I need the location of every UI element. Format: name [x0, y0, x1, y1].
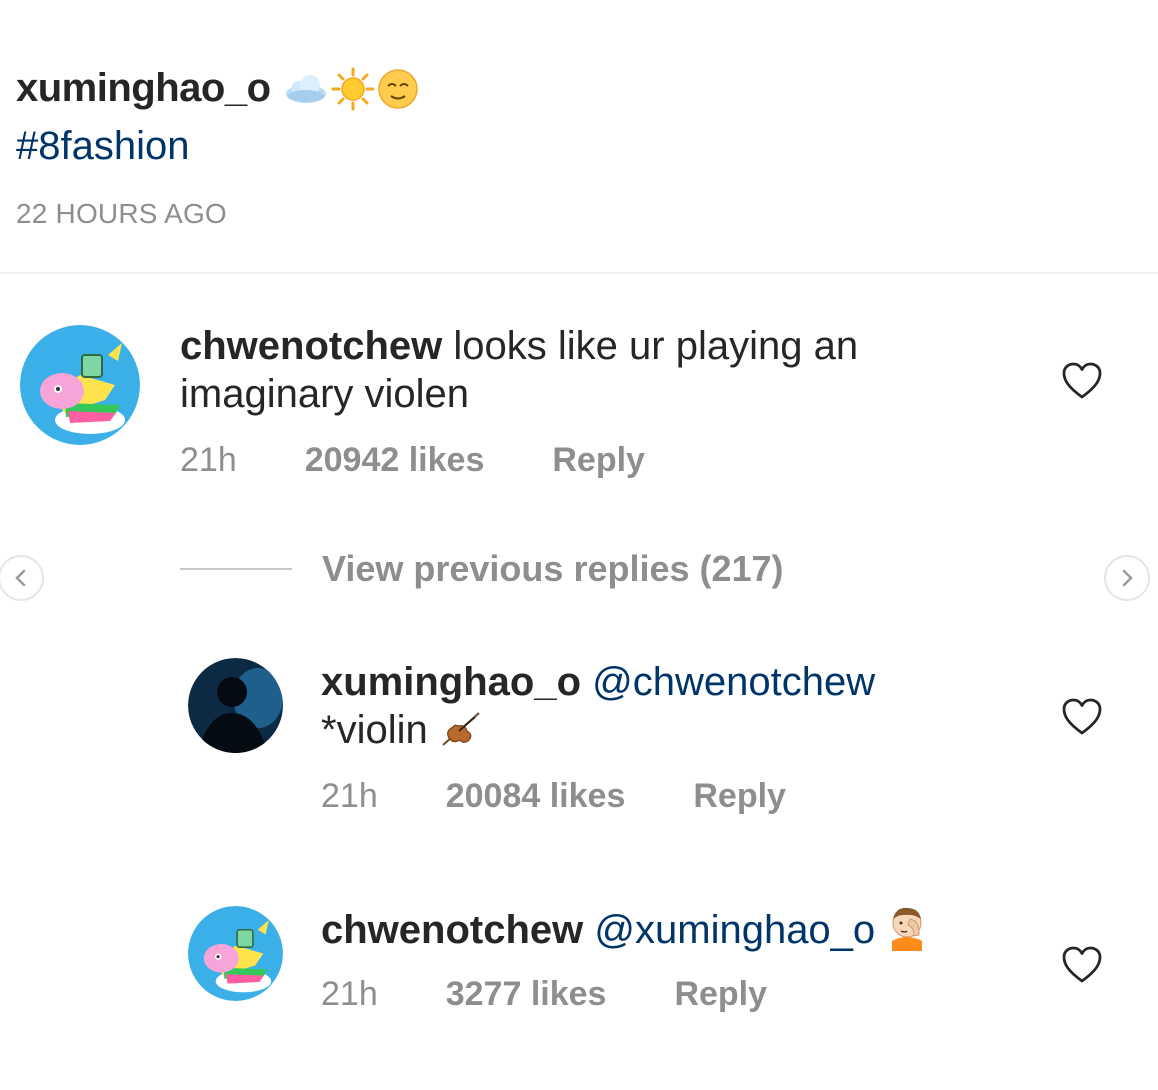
avatar[interactable]: [20, 325, 140, 445]
reply-username[interactable]: xuminghao_o: [321, 660, 581, 704]
next-arrow-button[interactable]: [1104, 555, 1150, 601]
reply-meta: 21h 20084 likes Reply: [321, 777, 786, 816]
comment-username[interactable]: chwenotchew: [180, 324, 442, 368]
reply-button[interactable]: Reply: [552, 441, 645, 480]
caption-hashtag[interactable]: #8fashion: [16, 124, 189, 169]
reply-button[interactable]: Reply: [693, 777, 786, 816]
unicorn-avatar-icon: [188, 906, 283, 1001]
violin-emoji-icon: [442, 712, 480, 746]
unicorn-avatar-icon: [20, 325, 140, 445]
reply-mention[interactable]: @chwenotchew: [592, 660, 875, 704]
caption-timestamp: 22 HOURS AGO: [16, 198, 227, 229]
chevron-right-icon: [1122, 569, 1133, 587]
reply-username[interactable]: chwenotchew: [321, 908, 583, 952]
reply-likes[interactable]: 3277 likes: [446, 975, 607, 1014]
heart-icon[interactable]: [1062, 946, 1102, 984]
reply-button[interactable]: Reply: [674, 975, 767, 1014]
caption-username[interactable]: xuminghao_o: [16, 66, 271, 111]
profile-photo-avatar-icon: [188, 658, 283, 753]
reply-body: chwenotchew @xuminghao_o: [321, 905, 1041, 954]
reply-time: 21h: [321, 975, 378, 1013]
view-replies-label[interactable]: View previous replies (217): [322, 548, 784, 590]
reply-mention[interactable]: @xuminghao_o: [594, 908, 875, 952]
cloud-emoji-icon: [285, 74, 326, 103]
comment-meta: 21h 20942 likes Reply: [180, 441, 645, 480]
heart-icon[interactable]: [1062, 362, 1102, 400]
reply-likes[interactable]: 20084 likes: [446, 777, 626, 816]
previous-arrow-button[interactable]: [0, 555, 44, 601]
divider: [0, 272, 1158, 274]
facepalm-emoji-icon: [892, 907, 923, 951]
reply-time: 21h: [321, 777, 378, 815]
comment-time: 21h: [180, 441, 237, 479]
avatar[interactable]: [188, 658, 283, 753]
reply-text: *violin: [321, 708, 428, 752]
replies-line: [180, 568, 292, 570]
reply-meta: 21h 3277 likes Reply: [321, 975, 767, 1014]
comment-likes[interactable]: 20942 likes: [305, 441, 485, 480]
reply-body: xuminghao_o @chwenotchew *violin: [321, 658, 1021, 754]
avatar[interactable]: [188, 906, 283, 1001]
relieved-face-emoji-icon: [377, 68, 418, 109]
view-replies-toggle[interactable]: View previous replies (217): [180, 548, 784, 590]
heart-icon[interactable]: [1062, 698, 1102, 736]
caption-header: xuminghao_o: [16, 66, 419, 111]
comment-body: chwenotchew looks like ur playing an ima…: [180, 322, 980, 418]
chevron-left-icon: [15, 569, 26, 587]
sun-emoji-icon: [331, 67, 375, 110]
caption-emojis: [283, 67, 419, 111]
